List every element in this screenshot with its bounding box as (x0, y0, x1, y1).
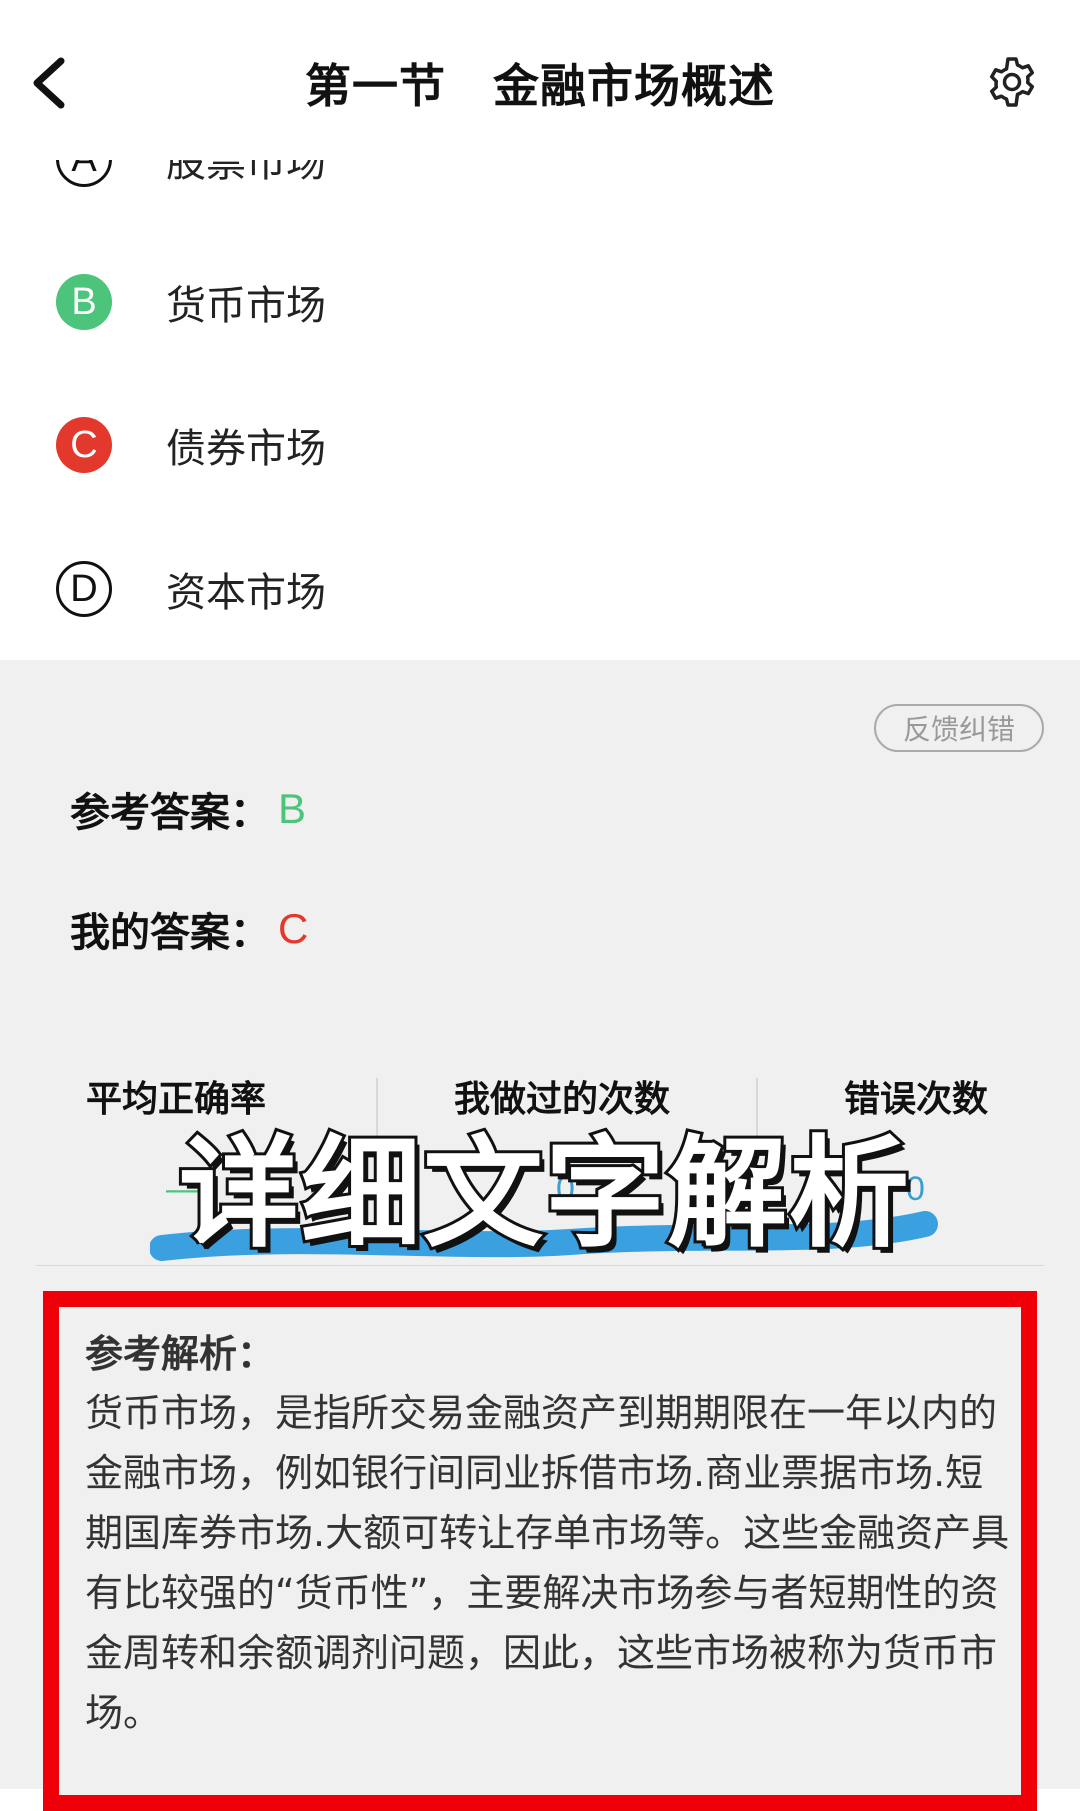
analysis-body: 货币市场，是指所交易金融资产到期期限在一年以内的金融市场，例如银行间同业拆借市场… (85, 1391, 1010, 1735)
gear-icon (989, 57, 1035, 107)
reference-answer: 参考答案： B (70, 780, 306, 838)
option-letter: B (56, 274, 112, 330)
overlay-banner: 详细文字解析 (150, 1120, 940, 1280)
reference-answer-value: B (278, 785, 307, 832)
feedback-button[interactable]: 反馈纠错 (874, 704, 1044, 752)
option-letter: D (56, 561, 112, 617)
option-text: 货币市场 (166, 283, 326, 329)
option-c[interactable]: C 债券市场 (56, 410, 326, 480)
option-d[interactable]: D 资本市场 (56, 554, 326, 624)
times-done-label: 我做过的次数 (454, 1079, 671, 1120)
option-text: 债券市场 (166, 426, 326, 472)
analysis-title: 参考解析： (85, 1332, 276, 1376)
my-answer-label: 我的答案： (70, 910, 270, 956)
overlay-banner-text: 详细文字解析 (176, 1122, 912, 1267)
my-answer: 我的答案： C (70, 900, 308, 958)
option-text: 资本市场 (166, 570, 326, 616)
page-title: 第一节 金融市场概述 (305, 59, 775, 113)
wrong-count-label: 错误次数 (844, 1079, 989, 1120)
option-letter: C (56, 417, 112, 473)
settings-button[interactable] (980, 50, 1044, 114)
option-b[interactable]: B 货币市场 (56, 267, 326, 337)
analysis-box: 参考解析： 货币市场，是指所交易金融资产到期期限在一年以内的金融市场，例如银行间… (43, 1291, 1037, 1811)
my-answer-value: C (278, 905, 309, 952)
avg-accuracy-label: 平均正确率 (86, 1079, 267, 1120)
top-bar: 第一节 金融市场概述 (0, 0, 1080, 160)
reference-answer-label: 参考答案： (70, 790, 270, 836)
